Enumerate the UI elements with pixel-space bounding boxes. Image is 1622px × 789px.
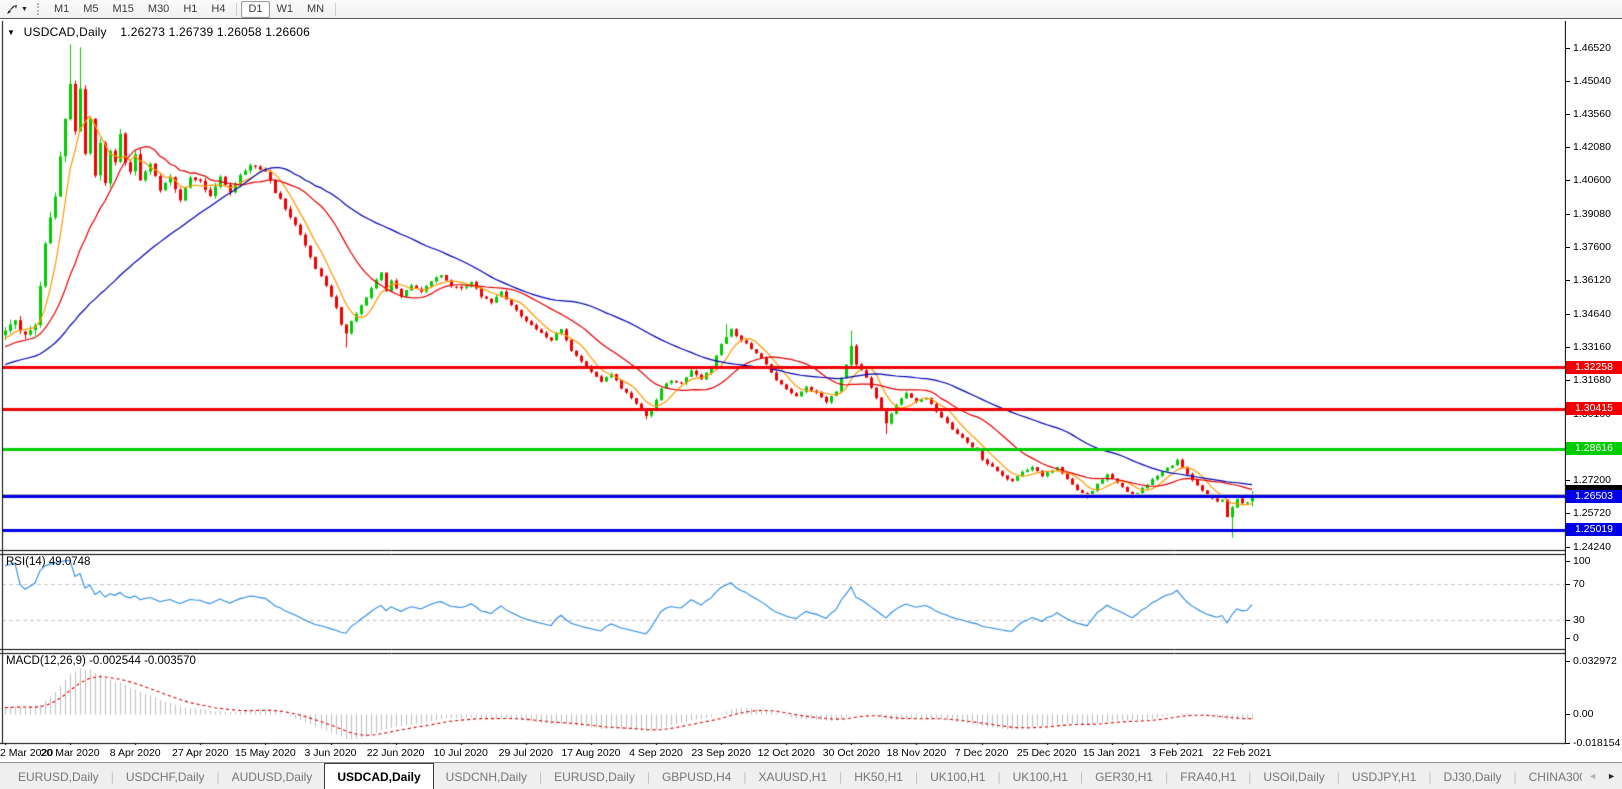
toolbar: ▼ M1 M5 M15 M30 H1 H4 D1 W1 MN (0, 0, 1622, 19)
date-axis-label: 3 Jun 2020 (304, 747, 357, 759)
dropdown-caret-icon: ▼ (21, 5, 28, 13)
rsi-value: 49.0748 (48, 556, 91, 568)
timeframe-button-h1[interactable]: H1 (176, 1, 204, 18)
date-axis-label: 12 Oct 2020 (757, 747, 815, 759)
hline-price-label: 1.28616 (1566, 442, 1622, 456)
rsi-axis-tick: 0 (1566, 632, 1622, 645)
date-axis-label: 22 Jun 2020 (366, 747, 425, 759)
rsi-label: RSI(14) 49.0748 (6, 556, 90, 568)
price-axis-tick: 1.42080 (1566, 141, 1622, 154)
chart-tab-usdchf-daily[interactable]: USDCHF,Daily (114, 763, 217, 789)
date-axis-label: 30 Oct 2020 (822, 747, 880, 759)
hline-price-label: 1.30415 (1566, 402, 1622, 416)
chart-title: ▼ USDCAD,Daily 1.26273 1.26739 1.26058 1… (7, 25, 310, 39)
toolbar-separator (335, 2, 337, 16)
chart-symbol: USDCAD,Daily (23, 25, 107, 39)
macd-values: -0.002544 -0.003570 (89, 655, 196, 667)
timeframe-button-h4[interactable]: H4 (204, 1, 232, 18)
chart-canvas[interactable] (0, 19, 1566, 745)
tab-scroll-left-icon[interactable]: ◄ (1588, 772, 1597, 781)
chart-tab-fra40-h1[interactable]: FRA40,H1 (1168, 763, 1248, 789)
toolbar-grip (36, 3, 42, 15)
price-axis-tick: 1.39080 (1566, 208, 1622, 221)
chart-tab-ger30-h1[interactable]: GER30,H1 (1083, 763, 1165, 789)
timeframe-button-m30[interactable]: M30 (141, 1, 176, 18)
date-axis-label: 29 Jul 2020 (498, 747, 553, 759)
timeframe-button-d1[interactable]: D1 (241, 0, 270, 18)
chart-tab-audusd-daily[interactable]: AUDUSD,Daily (220, 763, 325, 789)
timeframe-button-m1[interactable]: M1 (47, 1, 76, 18)
macd-name: MACD(12,26,9) (6, 655, 86, 667)
price-axis-tick: 1.46520 (1566, 42, 1622, 55)
timeframe-button-m5[interactable]: M5 (76, 1, 105, 18)
price-axis-tick: 1.34640 (1566, 308, 1622, 321)
date-axis-label: 22 Feb 2021 (1212, 747, 1272, 759)
rsi-name: RSI(14) (6, 556, 46, 568)
rsi-axis-tick: 100 (1566, 555, 1622, 568)
mt4-window: ▼ M1 M5 M15 M30 H1 H4 D1 W1 MN ▼ USDCAD,Daily 1.… (0, 0, 1622, 789)
hline-price-label: 1.32258 (1566, 360, 1622, 374)
date-axis-label: 8 Apr 2020 (109, 747, 161, 759)
chart-tab-uk100-h1[interactable]: UK100,H1 (1001, 763, 1080, 789)
price-axis-tick: 1.25720 (1566, 507, 1622, 520)
chart-tab-hk50-h1[interactable]: HK50,H1 (842, 763, 915, 789)
chart-tab-eurusd-daily[interactable]: EURUSD,Daily (6, 763, 111, 789)
date-axis-label: 20 Mar 2020 (40, 747, 100, 759)
chart-tab-usdjpy-h1[interactable]: USDJPY,H1 (1340, 763, 1428, 789)
chart-tab-usdcad-daily[interactable]: USDCAD,Daily (324, 763, 434, 789)
macd-axis-tick: 0.00 (1566, 708, 1622, 721)
date-axis-label: 23 Sep 2020 (691, 747, 751, 759)
date-axis-label: 27 Apr 2020 (171, 747, 229, 759)
date-axis-label: 7 Dec 2020 (954, 747, 1009, 759)
chart-tab-gbpusd-h4[interactable]: GBPUSD,H4 (650, 763, 743, 789)
date-axis-label: 25 Dec 2020 (1016, 747, 1077, 759)
chart-tab-bar: EURUSD,Daily | USDCHF,Daily | AUDUSD,Daily US… (0, 762, 1622, 789)
price-axis-tick: 1.33160 (1566, 341, 1622, 354)
timeframe-button-m15[interactable]: M15 (106, 1, 141, 18)
chart-tab-uk100-h1[interactable]: UK100,H1 (918, 763, 997, 789)
date-axis-label: 18 Nov 2020 (886, 747, 947, 759)
chart-tab-usoil-daily[interactable]: USOil,Daily (1251, 763, 1336, 789)
date-axis-label: 15 May 2020 (235, 747, 296, 759)
macd-axis-tick: -0.018154 (1566, 737, 1622, 750)
date-axis-label: 10 Jul 2020 (433, 747, 488, 759)
tab-scroll-arrows: ◄ ► (1582, 763, 1622, 789)
price-axis-tick: 1.24240 (1566, 541, 1622, 554)
price-scale: 1.46520 1.45040 1.43560 1.42080 1.40600 1.390… (1566, 19, 1622, 763)
macd-label: MACD(12,26,9) -0.002544 -0.003570 (6, 655, 196, 667)
chart-tabs: EURUSD,Daily | USDCHF,Daily | AUDUSD,Daily US… (0, 763, 1582, 789)
macd-axis-tick: 0.032972 (1566, 655, 1622, 668)
price-axis-tick: 1.36120 (1566, 274, 1622, 287)
hline-price-label: 1.25019 (1566, 523, 1622, 537)
chart-window: ▼ USDCAD,Daily 1.26273 1.26739 1.26058 1… (0, 18, 1622, 763)
date-axis-label: 17 Aug 2020 (561, 747, 621, 759)
timeframe-button-w1[interactable]: W1 (270, 1, 301, 18)
tab-scroll-right-icon[interactable]: ► (1607, 772, 1616, 781)
toolbar-separator (236, 2, 238, 16)
chart-tab-xauusd-h1[interactable]: XAUUSD,H1 (746, 763, 839, 789)
timeframe-button-mn[interactable]: MN (300, 1, 331, 18)
chart-tab-usdcnh-daily[interactable]: USDCNH,Daily (434, 763, 539, 789)
chart-tab-eurusd-daily[interactable]: EURUSD,Daily (542, 763, 647, 789)
cursor-tool-button[interactable]: ▼ (1, 1, 32, 17)
price-axis-tick: 1.43560 (1566, 108, 1622, 121)
rsi-axis-tick: 30 (1566, 614, 1622, 627)
date-axis-label: 3 Feb 2021 (1150, 747, 1204, 759)
chart-tab-dj30-daily[interactable]: DJ30,Daily (1431, 763, 1513, 789)
date-axis-label: 4 Sep 2020 (629, 747, 683, 759)
chart-ohlc: 1.26273 1.26739 1.26058 1.26606 (120, 25, 311, 39)
timeframe-group: M1 M5 M15 M30 H1 H4 D1 W1 MN (47, 0, 340, 18)
time-scale: 2 Mar 2020 20 Mar 2020 8 Apr 2020 27 Apr 20… (0, 746, 1566, 762)
date-axis-label: 15 Jan 2021 (1082, 747, 1141, 759)
price-axis-tick: 1.40600 (1566, 174, 1622, 187)
collapse-icon[interactable]: ▼ (7, 28, 15, 37)
rsi-axis-tick: 70 (1566, 578, 1622, 591)
price-axis-tick: 1.31680 (1566, 374, 1622, 387)
chart-tab-china300-h1[interactable]: CHINA300,H1 (1517, 763, 1583, 789)
cursor-tool-icon (7, 4, 17, 14)
price-axis-tick: 1.45040 (1566, 75, 1622, 88)
hline-price-label: 1.26503 (1566, 489, 1622, 503)
price-axis-tick: 1.37600 (1566, 241, 1622, 254)
